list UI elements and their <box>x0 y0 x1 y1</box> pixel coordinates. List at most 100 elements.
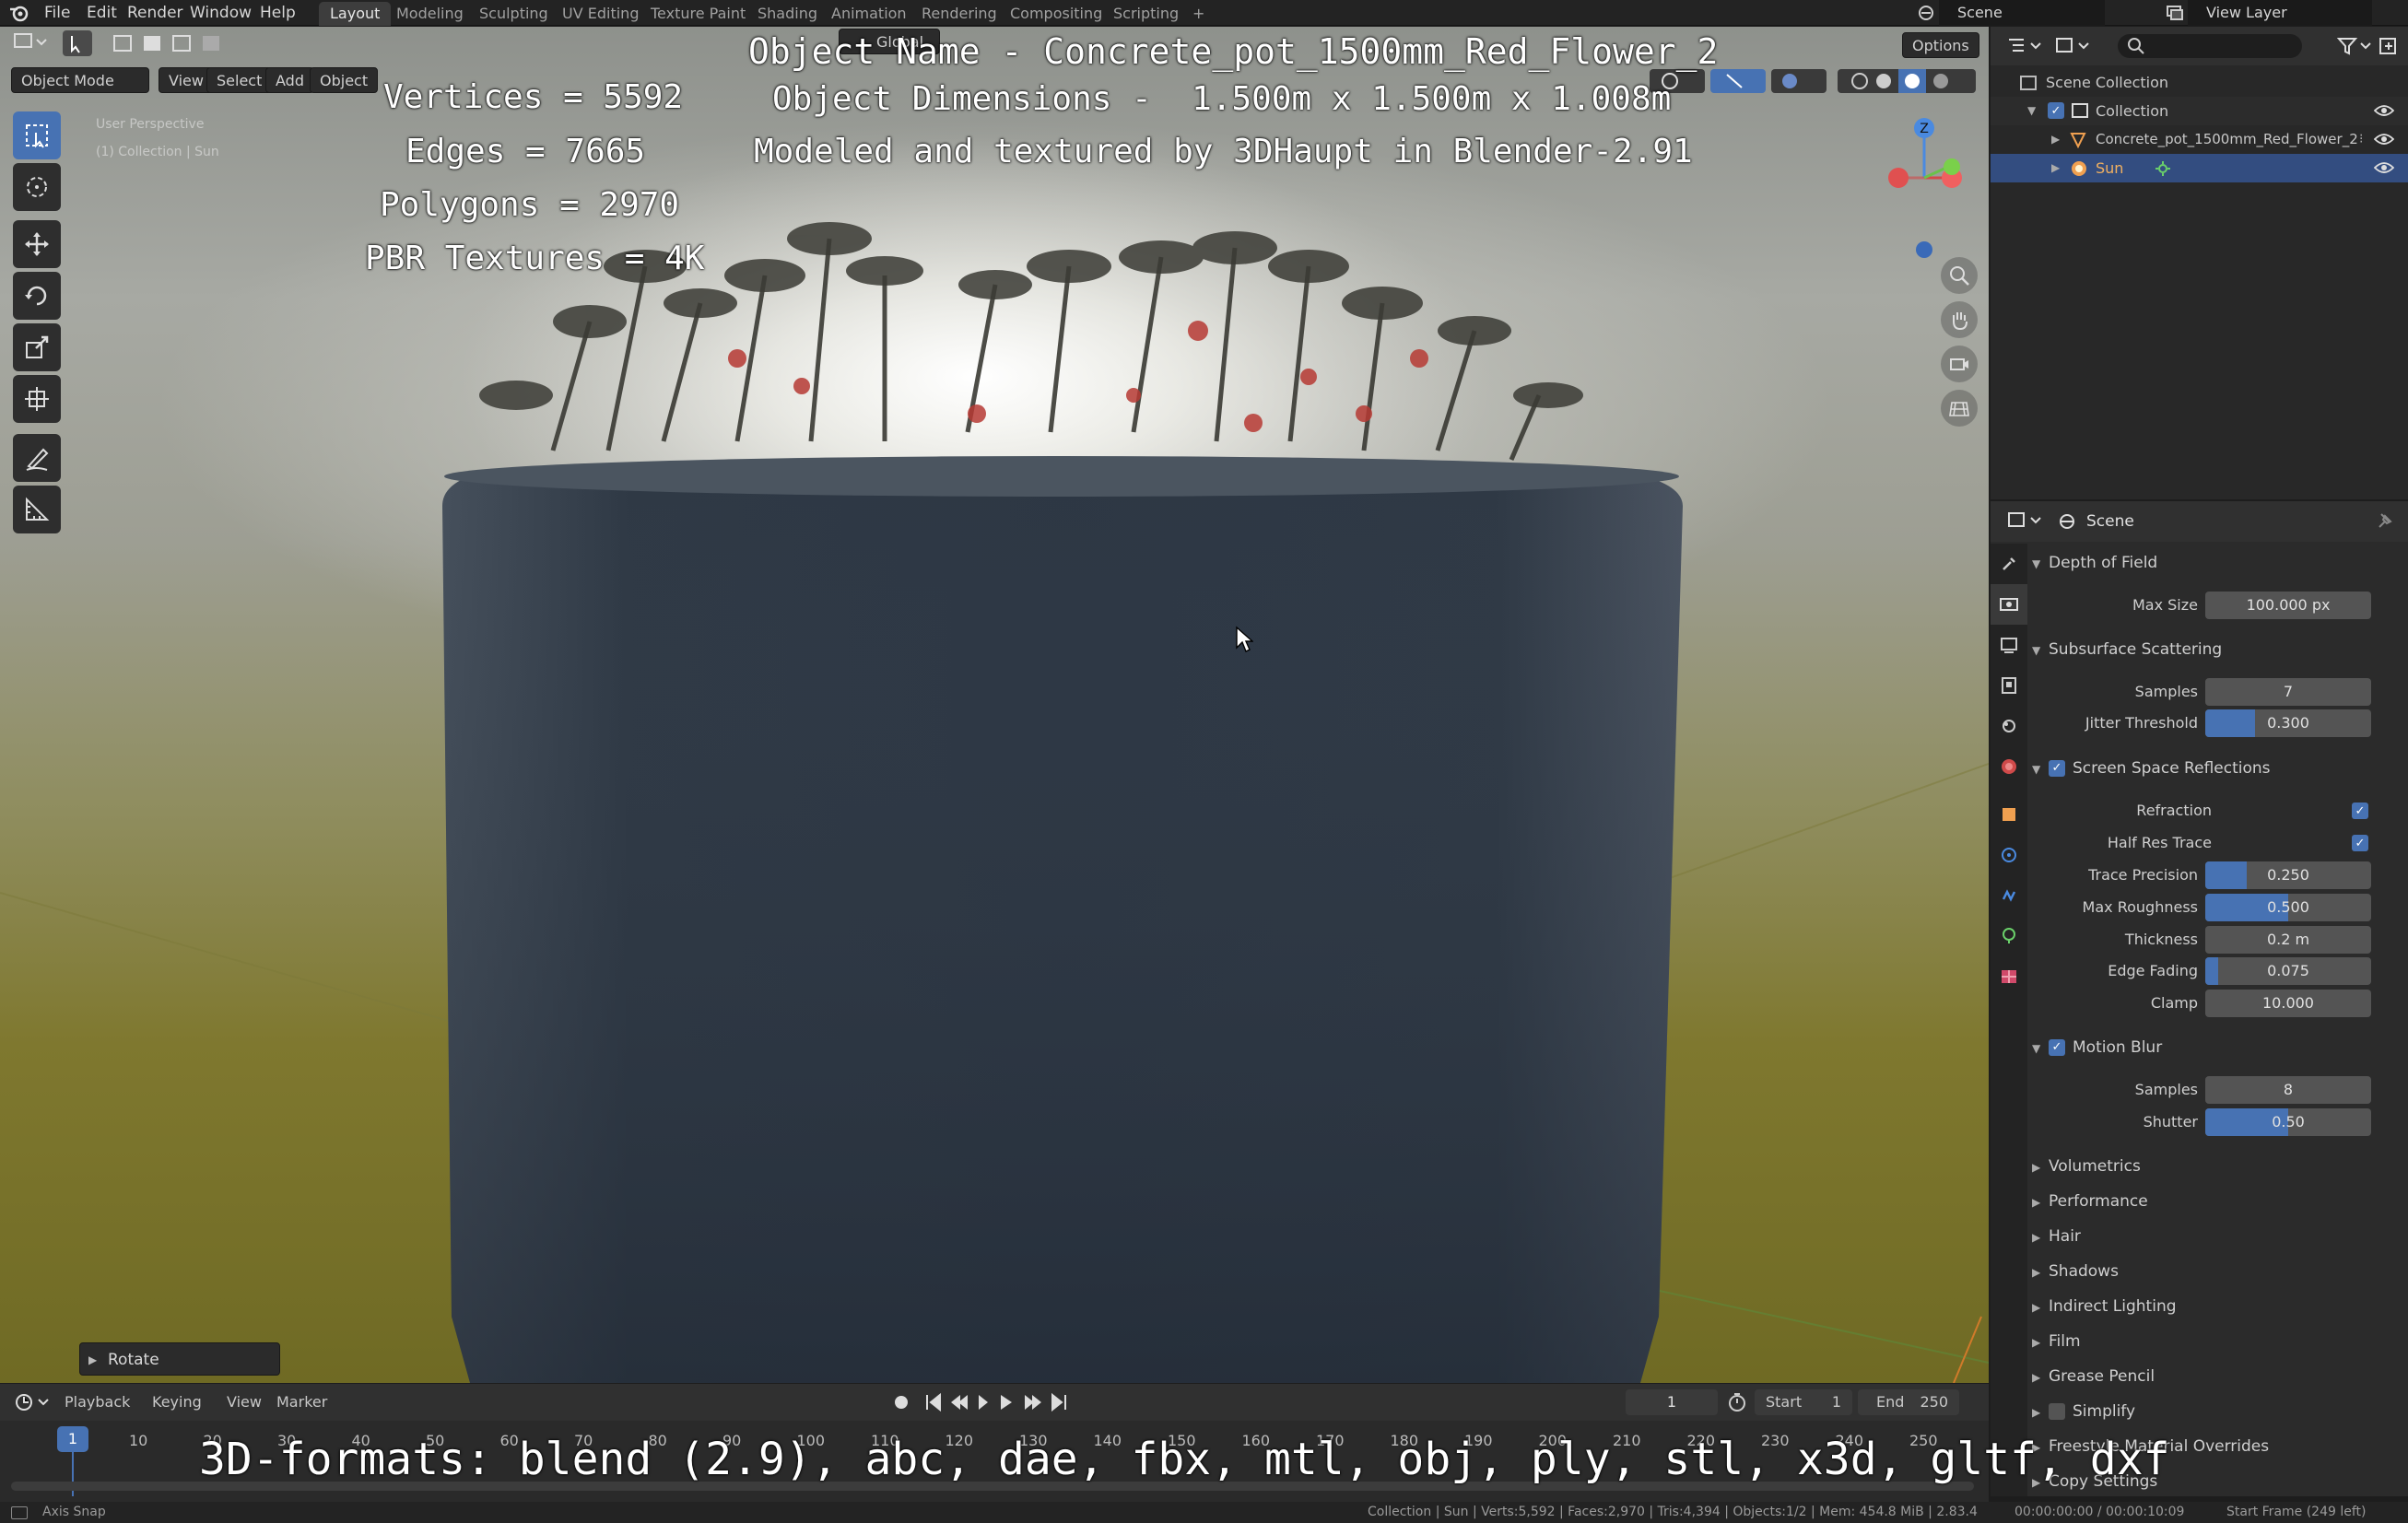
scene-selector[interactable]: Scene <box>1939 0 2105 26</box>
tab-texture-paint[interactable]: Texture Paint <box>640 2 757 26</box>
menu-help[interactable]: Help <box>251 0 305 26</box>
object-mode-dropdown[interactable]: Object Mode <box>11 67 149 93</box>
select-box-tool[interactable] <box>13 111 61 159</box>
sss-samples-field[interactable]: 7 <box>2205 678 2371 706</box>
section-simplify[interactable]: ▶ Simplify <box>2032 1394 2401 1429</box>
tab-sculpting[interactable]: Sculpting <box>468 2 559 26</box>
timeline-editor-icon[interactable] <box>15 1392 52 1416</box>
playhead-frame[interactable]: 1 <box>57 1426 88 1452</box>
blender-logo-icon[interactable] <box>9 4 29 22</box>
section-depth-of-field[interactable]: ▼ Depth of Field <box>2032 545 2401 580</box>
expand-arrow-icon[interactable]: ▶ <box>2051 125 2060 154</box>
display-mode-icon[interactable] <box>2055 36 2092 60</box>
section-shadows[interactable]: ▶ Shadows <box>2032 1254 2401 1289</box>
perspective-grid-icon[interactable] <box>1941 390 1978 427</box>
ssr-checkbox[interactable]: ✓ <box>2049 760 2065 777</box>
annotate-tool[interactable] <box>13 434 61 482</box>
filter-icon[interactable] <box>2336 36 2374 60</box>
thickness-field[interactable]: 0.2 m <box>2205 926 2371 954</box>
clamp-field[interactable]: 10.000 <box>2205 990 2371 1017</box>
section-film[interactable]: ▶ Film <box>2032 1324 2401 1359</box>
tab-animation[interactable]: Animation <box>820 2 918 26</box>
scale-tool[interactable] <box>13 323 61 371</box>
camera-view-icon[interactable] <box>1941 346 1978 382</box>
section-performance[interactable]: ▶ Performance <box>2032 1184 2401 1219</box>
rotate-operator-panel[interactable]: Rotate <box>79 1342 280 1376</box>
cursor-tool[interactable] <box>13 163 61 211</box>
half-res-trace-checkbox[interactable]: ✓ <box>2352 835 2368 851</box>
world-tab-icon[interactable] <box>1991 746 2027 787</box>
selection-mode-icons[interactable] <box>111 32 230 54</box>
section-volumetrics[interactable]: ▶ Volumetrics <box>2032 1149 2401 1184</box>
view-layer-icon[interactable] <box>2166 5 2184 21</box>
tab-modeling[interactable]: Modeling <box>385 2 475 26</box>
edge-fading-slider[interactable]: 0.075 <box>2205 957 2371 985</box>
refraction-checkbox[interactable]: ✓ <box>2352 803 2368 819</box>
view-layer-selector[interactable]: View Layer <box>2188 0 2372 26</box>
move-tool[interactable] <box>13 220 61 268</box>
motion-blur-checkbox[interactable]: ✓ <box>2049 1039 2065 1056</box>
expand-arrow-icon[interactable]: ▶ <box>2051 154 2060 182</box>
tab-layout[interactable]: Layout <box>319 2 392 26</box>
scene-icon[interactable] <box>1917 4 1935 22</box>
properties-editor-icon[interactable] <box>2007 510 2044 534</box>
transform-tool[interactable] <box>13 375 61 423</box>
jitter-threshold-slider[interactable]: 0.300 <box>2205 709 2371 737</box>
section-indirect-lighting[interactable]: ▶ Indirect Lighting <box>2032 1289 2401 1324</box>
simplify-checkbox[interactable] <box>2049 1403 2065 1420</box>
collapse-arrow-icon: ▼ <box>2032 644 2041 657</box>
select-tool-icon[interactable] <box>63 30 92 56</box>
outliner-search-input[interactable] <box>2118 34 2302 58</box>
menu-marker[interactable]: Marker <box>276 1384 327 1421</box>
trace-precision-slider[interactable]: 0.250 <box>2205 861 2371 889</box>
max-size-field[interactable]: 100.000 px <box>2205 592 2371 619</box>
max-roughness-label: Max Roughness <box>2082 898 2198 916</box>
outliner-row-collection[interactable]: ▼ ✓ Collection <box>1991 97 2408 125</box>
outliner-row-scene-collection[interactable]: Scene Collection <box>1991 69 2408 97</box>
menu-add[interactable]: Add <box>265 67 314 93</box>
menu-select[interactable]: Select <box>206 67 273 93</box>
menu-playback[interactable]: Playback <box>65 1384 130 1421</box>
options-dropdown[interactable]: Options <box>1902 32 1979 58</box>
zoom-icon[interactable] <box>1941 257 1978 294</box>
section-subsurface-scattering[interactable]: ▼ Subsurface Scattering <box>2032 632 2401 667</box>
sss-samples-label: Samples <box>2134 683 2198 700</box>
menu-keying[interactable]: Keying <box>152 1384 202 1421</box>
measure-tool[interactable] <box>13 486 61 533</box>
overlay-formats: 3D-formats: blend (2.9), abc, dae, fbx, … <box>199 1434 2170 1485</box>
tool-tab-icon[interactable] <box>1991 544 2027 584</box>
mb-samples-field[interactable]: 8 <box>2205 1076 2371 1104</box>
section-motion-blur[interactable]: ▼ ✓ Motion Blur <box>2032 1030 2401 1065</box>
outliner-editor-icon[interactable] <box>2007 36 2044 60</box>
navigation-gizmo[interactable]: Z <box>1871 111 1972 268</box>
menu-window[interactable]: Window <box>181 0 261 26</box>
start-frame-field[interactable]: Start 1 <box>1755 1389 1852 1415</box>
max-roughness-slider[interactable]: 0.500 <box>2205 894 2371 921</box>
new-collection-icon[interactable] <box>2378 36 2400 60</box>
current-frame-field[interactable]: 1 <box>1626 1389 1718 1415</box>
tab-uv-editing[interactable]: UV Editing <box>551 2 650 26</box>
outliner-row-concrete-pot[interactable]: ▶ Concrete_pot_1500mm_Red_Flower_2 ⁝ <box>1991 125 2408 154</box>
tab-shading[interactable]: Shading <box>746 2 828 26</box>
menu-view[interactable]: View <box>227 1384 262 1421</box>
pan-hand-icon[interactable] <box>1941 301 1978 338</box>
section-grease-pencil[interactable]: ▶ Grease Pencil <box>2032 1359 2401 1394</box>
tab-scripting[interactable]: Scripting <box>1102 2 1190 26</box>
playback-controls[interactable] <box>890 1392 1075 1416</box>
menu-object[interactable]: Object <box>310 67 379 93</box>
expand-arrow-icon[interactable]: ▼ <box>2027 97 2036 125</box>
collection-checkbox[interactable]: ✓ <box>2048 102 2064 119</box>
section-screen-space-reflections[interactable]: ▼ ✓ Screen Space Reflections <box>2032 751 2401 786</box>
outliner-row-sun[interactable]: ▶ Sun <box>1991 154 2408 182</box>
rotate-tool[interactable] <box>13 272 61 320</box>
3d-viewport[interactable]: Object Mode View Select Add Object Globa… <box>0 27 1989 1383</box>
tab-rendering[interactable]: Rendering <box>910 2 1008 26</box>
tab-compositing[interactable]: Compositing <box>999 2 1113 26</box>
shutter-slider[interactable]: 0.50 <box>2205 1108 2371 1136</box>
menu-file[interactable]: File <box>35 0 79 26</box>
add-workspace-button[interactable]: + <box>1181 2 1216 26</box>
output-tab-icon[interactable] <box>1991 625 2027 665</box>
section-hair[interactable]: ▶ Hair <box>2032 1219 2401 1254</box>
end-frame-field[interactable]: End 250 <box>1858 1389 1959 1415</box>
menu-view[interactable]: View <box>159 67 214 93</box>
